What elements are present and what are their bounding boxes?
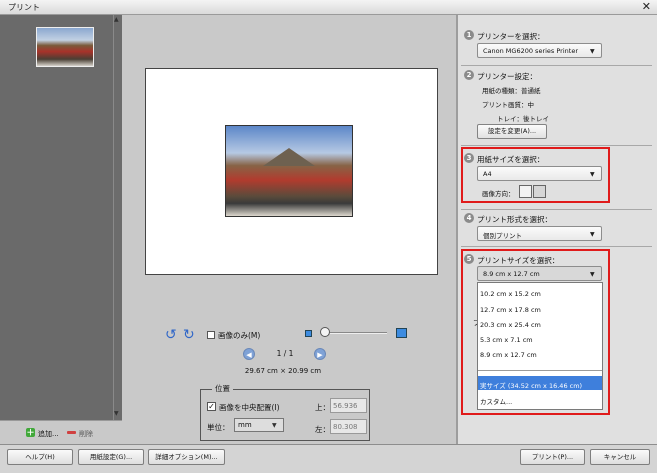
image-only-checkbox[interactable] bbox=[207, 331, 215, 339]
select-printer-label: プリンターを選択： bbox=[477, 32, 545, 41]
scroll-up-icon[interactable]: ▲ bbox=[114, 16, 119, 23]
zoom-slider-track[interactable] bbox=[321, 332, 387, 334]
change-settings-button[interactable]: 設定を変更(A)... bbox=[477, 124, 547, 139]
position-group-title: 位置 bbox=[212, 383, 233, 394]
divider bbox=[461, 246, 652, 247]
cancel-button[interactable]: キャンセル bbox=[590, 449, 650, 465]
zoom-slider-thumb[interactable] bbox=[320, 327, 330, 337]
divider bbox=[461, 145, 652, 146]
more-options-button[interactable]: 詳細オプション(M)... bbox=[148, 449, 225, 465]
window-title: プリント bbox=[8, 3, 40, 12]
landscape-orientation-icon[interactable] bbox=[533, 185, 546, 198]
image-only-label[interactable]: 画像のみ(M) bbox=[218, 330, 260, 341]
add-button[interactable]: 追加... bbox=[38, 429, 59, 439]
chevron-down-icon[interactable]: ▼ bbox=[590, 48, 595, 55]
print-size-dropdown-list bbox=[477, 282, 603, 410]
thumbnail-actions-bar bbox=[0, 420, 122, 444]
title-bar bbox=[0, 0, 657, 15]
thumbnail-panel bbox=[0, 15, 113, 420]
paper-dimensions: 29.67 cm × 20.99 cm bbox=[244, 367, 322, 375]
paper-type-info: 用紙の種類：普通紙 bbox=[482, 87, 541, 95]
chevron-down-icon[interactable]: ▼ bbox=[590, 231, 595, 238]
step-5-badge: 5 bbox=[464, 254, 474, 264]
zoom-out-icon[interactable] bbox=[305, 330, 312, 337]
rotate-right-icon[interactable]: ↻ bbox=[183, 327, 195, 343]
center-image-label[interactable]: 画像を中央配置(I) bbox=[219, 402, 280, 413]
left-offset-input[interactable]: 80.308 bbox=[330, 419, 367, 434]
tray-info: トレイ：後トレイ bbox=[497, 115, 549, 123]
thumbnail-image[interactable] bbox=[36, 27, 94, 67]
portrait-orientation-icon[interactable] bbox=[519, 185, 532, 198]
remove-icon[interactable] bbox=[67, 431, 76, 434]
divider bbox=[461, 209, 652, 210]
help-button[interactable]: ヘルプ(H) bbox=[7, 449, 73, 465]
rotate-left-icon[interactable]: ↺ bbox=[165, 327, 177, 343]
unit-label: 単位： bbox=[207, 423, 230, 432]
prev-page-icon[interactable]: ◀ bbox=[243, 348, 255, 360]
print-quality-info: プリント画質：中 bbox=[482, 101, 534, 109]
scroll-down-icon[interactable]: ▼ bbox=[114, 410, 119, 417]
preview-photo[interactable] bbox=[225, 125, 353, 217]
dropdown-separator bbox=[478, 370, 602, 371]
print-size-option[interactable]: 5.3 cm x 7.1 cm bbox=[480, 336, 533, 344]
printer-settings-label: プリンター設定： bbox=[477, 72, 537, 81]
top-offset-input[interactable]: 56.936 bbox=[330, 398, 367, 413]
print-size-option[interactable]: 8.9 cm x 12.7 cm bbox=[480, 351, 537, 359]
print-size-option-custom[interactable]: カスタム... bbox=[480, 396, 512, 406]
step-4-badge: 4 bbox=[464, 213, 474, 223]
print-size-option[interactable]: 20.3 cm x 25.4 cm bbox=[480, 321, 541, 329]
zoom-in-icon[interactable] bbox=[396, 328, 407, 338]
select-print-size-label: プリントサイズを選択： bbox=[477, 256, 560, 265]
print-type-select[interactable]: 個別プリント bbox=[477, 226, 602, 241]
page-indicator: 1 / 1 bbox=[276, 349, 294, 358]
left-label: 左： bbox=[315, 425, 330, 434]
select-print-type-label: プリント形式を選択： bbox=[477, 215, 552, 224]
divider bbox=[461, 65, 652, 66]
center-image-checkbox[interactable]: ✓ bbox=[207, 402, 216, 411]
chevron-down-icon[interactable]: ▼ bbox=[272, 422, 277, 429]
remove-button[interactable]: 削除 bbox=[79, 429, 93, 439]
orientation-label: 画像方向： bbox=[482, 190, 515, 198]
thumbnail-scrollbar[interactable] bbox=[113, 15, 122, 420]
page-setup-button[interactable]: 用紙設定(G)... bbox=[78, 449, 144, 465]
next-page-icon[interactable]: ▶ bbox=[314, 348, 326, 360]
chevron-down-icon[interactable]: ▼ bbox=[590, 271, 595, 278]
print-size-select[interactable]: 8.9 cm x 12.7 cm bbox=[477, 266, 602, 281]
print-size-option-actual[interactable]: 実サイズ (34.52 cm x 16.46 cm) bbox=[480, 380, 582, 390]
print-size-option[interactable]: 10.2 cm x 15.2 cm bbox=[480, 290, 541, 298]
add-icon[interactable]: ＋ bbox=[26, 428, 35, 437]
step-3-badge: 3 bbox=[464, 153, 474, 163]
print-button[interactable]: プリント(P)... bbox=[520, 449, 585, 465]
paper-size-select[interactable]: A4 bbox=[477, 166, 602, 181]
chevron-down-icon[interactable]: ▼ bbox=[590, 171, 595, 178]
printer-select[interactable]: Canon MG6200 series Printer bbox=[477, 43, 602, 58]
step-1-badge: 1 bbox=[464, 30, 474, 40]
select-paper-size-label: 用紙サイズを選択： bbox=[477, 155, 545, 164]
print-size-option[interactable]: 12.7 cm x 17.8 cm bbox=[480, 306, 541, 314]
step-2-badge: 2 bbox=[464, 70, 474, 80]
close-icon[interactable]: ✕ bbox=[642, 0, 651, 13]
top-label: 上： bbox=[315, 403, 330, 412]
